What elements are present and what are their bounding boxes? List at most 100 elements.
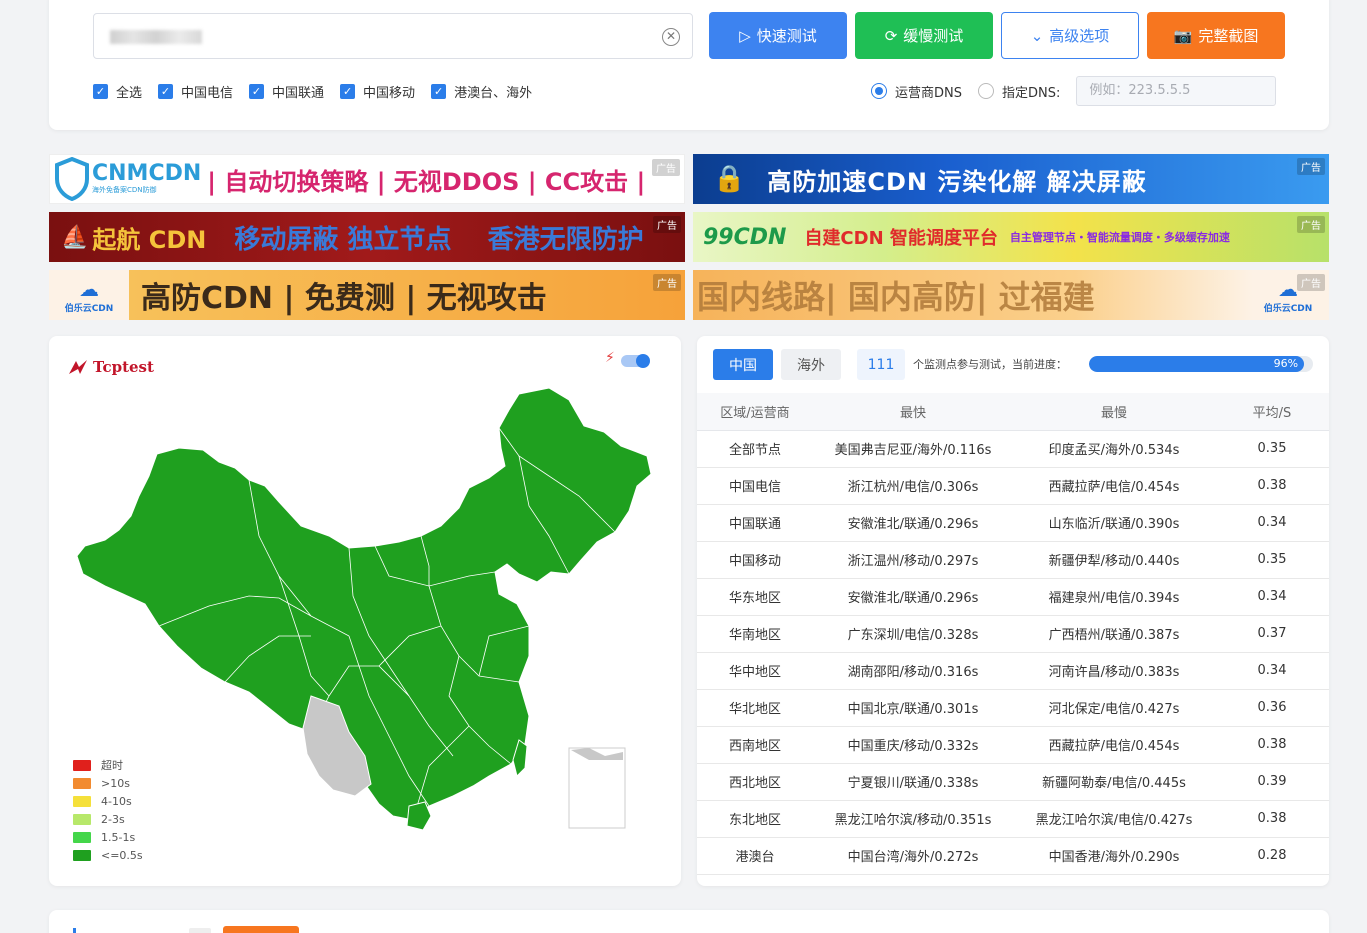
check-icon: ✓ xyxy=(340,84,356,99)
cell-region: 港澳台 xyxy=(697,837,813,875)
cell-slowest: 黑龙江哈尔滨/电信/0.427s xyxy=(1013,800,1215,838)
cell-slowest: 西藏拉萨/电信/0.454s xyxy=(1013,726,1215,764)
cell-average: 0.28 xyxy=(1215,837,1329,875)
column-header-average: 平均/S xyxy=(1215,393,1329,431)
table-row: 西北地区 宁夏银川/联通/0.338s 新疆阿勒泰/电信/0.445s 0.39 xyxy=(697,763,1329,801)
advanced-options-button[interactable]: ⌄ 高级选项 xyxy=(1001,12,1139,59)
table-row: 西南地区 中国重庆/移动/0.332s 西藏拉萨/电信/0.454s 0.38 xyxy=(697,726,1329,764)
table-row: 华东地区 安徽淮北/联通/0.296s 福建泉州/电信/0.394s 0.34 xyxy=(697,578,1329,616)
cloud-icon: ☁ xyxy=(1278,276,1298,301)
cell-average: 0.37 xyxy=(1215,615,1329,653)
china-map[interactable] xyxy=(49,336,681,886)
cell-fastest: 广东深圳/电信/0.328s xyxy=(813,615,1013,653)
cell-fastest: 浙江温州/移动/0.297s xyxy=(813,541,1013,579)
legend-item: >10s xyxy=(73,774,143,792)
cell-slowest: 山东临沂/联通/0.390s xyxy=(1013,504,1215,542)
cell-average: 0.34 xyxy=(1215,504,1329,542)
section-accent-bar xyxy=(73,928,76,933)
cell-average: 0.34 xyxy=(1215,578,1329,616)
cell-slowest: 河北保定/电信/0.427s xyxy=(1013,689,1215,727)
ad-banner-gaofang[interactable]: 🔒 高防加速CDN 污染化解 解决屏蔽 广告 xyxy=(693,154,1329,204)
cell-region: 西南地区 xyxy=(697,726,813,764)
table-row: 东北地区 黑龙江哈尔滨/移动/0.351s 黑龙江哈尔滨/电信/0.427s 0.38 xyxy=(697,800,1329,838)
custom-dns-input[interactable]: 例如：223.5.5.5 xyxy=(1076,76,1277,106)
lock-icon: 🔒 xyxy=(713,164,746,194)
checkbox-telecom[interactable]: ✓ 中国电信 xyxy=(158,82,233,101)
legend-item: 2-3s xyxy=(73,810,143,828)
ad-banner-bolecloud-1[interactable]: ☁ 伯乐云CDN 高防CDN | 免费测 | 无视攻击 广告 xyxy=(49,270,685,320)
tab-overseas[interactable]: 海外 xyxy=(781,349,841,380)
full-screenshot-button[interactable]: 📷 完整截图 xyxy=(1147,12,1285,59)
cell-fastest: 中国北京/联通/0.301s xyxy=(813,689,1013,727)
cell-average: 0.35 xyxy=(1215,430,1329,468)
table-header-row: 区域/运营商 最快 最慢 平均/S xyxy=(697,393,1329,431)
cell-average: 0.38 xyxy=(1215,800,1329,838)
ad-banner-bolecloud-2[interactable]: 国内线路| 国内高防| 过福建 ☁ 伯乐云CDN 广告 xyxy=(693,270,1329,320)
cell-fastest: 中国重庆/移动/0.332s xyxy=(813,726,1013,764)
cell-average: 0.39 xyxy=(1215,763,1329,801)
next-section-panel xyxy=(49,910,1329,933)
cell-average: 0.36 xyxy=(1215,689,1329,727)
cell-fastest: 湖南邵阳/移动/0.316s xyxy=(813,652,1013,690)
legend-item: 4-10s xyxy=(73,792,143,810)
ad-banner-cnmcdn[interactable]: CNMCDN 海外免备案CDN防御 | 自动切换策略 | 无视DDOS | CC… xyxy=(49,154,685,204)
node-count-badge: 111 xyxy=(857,349,905,380)
cell-average: 0.38 xyxy=(1215,726,1329,764)
results-table: 区域/运营商 最快 最慢 平均/S 全部节点 美国弗吉尼亚/海外/0.116s 印度… xyxy=(697,393,1329,875)
checkbox-mobile[interactable]: ✓ 中国移动 xyxy=(340,82,415,101)
check-icon: ✓ xyxy=(431,84,447,99)
cell-region: 华中地区 xyxy=(697,652,813,690)
table-row: 中国联通 安徽淮北/联通/0.296s 山东临沂/联通/0.390s 0.34 xyxy=(697,504,1329,542)
refresh-icon: ⟳ xyxy=(884,26,898,45)
cell-region: 华南地区 xyxy=(697,615,813,653)
cell-region: 华东地区 xyxy=(697,578,813,616)
cell-fastest: 安徽淮北/联通/0.296s xyxy=(813,504,1013,542)
column-header-slowest: 最慢 xyxy=(1013,393,1215,431)
close-circle-icon[interactable]: ✕ xyxy=(662,28,680,46)
cell-region: 中国移动 xyxy=(697,541,813,579)
section-orange-chip[interactable] xyxy=(223,926,299,933)
checkbox-unicom[interactable]: ✓ 中国联通 xyxy=(249,82,324,101)
checkbox-select-all[interactable]: ✓ 全选 xyxy=(93,82,142,101)
tab-china[interactable]: 中国 xyxy=(713,349,773,380)
column-header-region: 区域/运营商 xyxy=(697,393,813,431)
url-input[interactable]: ✕ xyxy=(93,13,693,59)
radio-custom-dns[interactable]: 指定DNS: xyxy=(978,82,1060,101)
cell-average: 0.34 xyxy=(1215,652,1329,690)
sail-icon: ⛵ xyxy=(61,224,89,250)
cell-region: 西北地区 xyxy=(697,763,813,801)
ad-banner-99cdn[interactable]: 99CDN 自建CDN 智能调度平台 自主管理节点・智能流量调度・多级缓存加速 … xyxy=(693,212,1329,262)
legend-item: <=0.5s xyxy=(73,846,143,864)
dns-options: 运营商DNS 指定DNS: 例如：223.5.5.5 xyxy=(871,76,1277,106)
cell-slowest: 印度孟买/海外/0.534s xyxy=(1013,430,1215,468)
cell-region: 华北地区 xyxy=(697,689,813,727)
cell-fastest: 中国台湾/海外/0.272s xyxy=(813,837,1013,875)
ad-banner-qihang[interactable]: ⛵ 起航 CDN 移动屏蔽 独立节点 香港无限防护 广告 xyxy=(49,212,685,262)
chevron-down-icon: ⌄ xyxy=(1030,26,1044,45)
results-panel: 中国 海外 111 个监测点参与测试，当前进度： 96% 区域/运营商 最快 最… xyxy=(697,336,1329,886)
column-header-fastest: 最快 xyxy=(813,393,1013,431)
isp-filter-row: ✓ 全选 ✓ 中国电信 ✓ 中国联通 ✓ 中国移动 ✓ 港澳台、海外 xyxy=(93,82,548,101)
cell-average: 0.35 xyxy=(1215,541,1329,579)
cell-average: 0.38 xyxy=(1215,467,1329,505)
search-panel: ✕ ▷ 快速测试 ⟳ 缓慢测试 ⌄ 高级选项 📷 完整截图 ✓ 全选 ✓ 中国电信 ✓ 中国联… xyxy=(49,0,1329,130)
cell-region: 中国联通 xyxy=(697,504,813,542)
progress-caption: 个监测点参与测试，当前进度： xyxy=(913,358,1067,371)
radio-isp-dns[interactable]: 运营商DNS xyxy=(871,82,962,101)
cell-slowest: 福建泉州/电信/0.394s xyxy=(1013,578,1215,616)
cell-region: 全部节点 xyxy=(697,430,813,468)
checkbox-overseas[interactable]: ✓ 港澳台、海外 xyxy=(431,82,532,101)
quick-test-button[interactable]: ▷ 快速测试 xyxy=(709,12,847,59)
legend-item: 超时 xyxy=(73,756,143,774)
progress-bar: 96% xyxy=(1089,356,1313,372)
blurred-url xyxy=(110,30,202,44)
cell-slowest: 新疆阿勒泰/电信/0.445s xyxy=(1013,763,1215,801)
table-row: 华中地区 湖南邵阳/移动/0.316s 河南许昌/移动/0.383s 0.34 xyxy=(697,652,1329,690)
map-legend: 超时 >10s 4-10s 2-3s 1.5-1s <=0.5s xyxy=(73,756,143,864)
slow-test-button[interactable]: ⟳ 缓慢测试 xyxy=(855,12,993,59)
check-icon: ✓ xyxy=(158,84,174,99)
table-row: 中国电信 浙江杭州/电信/0.306s 西藏拉萨/电信/0.454s 0.38 xyxy=(697,467,1329,505)
cell-region: 东北地区 xyxy=(697,800,813,838)
table-row: 中国移动 浙江温州/移动/0.297s 新疆伊犁/移动/0.440s 0.35 xyxy=(697,541,1329,579)
table-row: 全部节点 美国弗吉尼亚/海外/0.116s 印度孟买/海外/0.534s 0.35 xyxy=(697,430,1329,468)
